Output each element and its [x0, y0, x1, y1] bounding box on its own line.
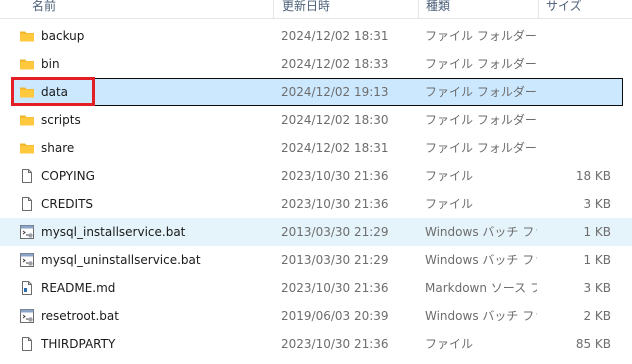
file-date: 2024/12/02 18:30 [281, 113, 389, 127]
file-list: backup 2024/12/02 18:31 ファイル フォルダー bin 2… [0, 22, 632, 358]
file-date: 2023/10/30 21:36 [281, 281, 389, 295]
file-date: 2013/03/30 21:29 [281, 225, 389, 239]
file-size: 18 KB [575, 169, 611, 183]
file-size: 2 KB [583, 309, 611, 323]
file-name: mysql_installservice.bat [41, 225, 186, 239]
list-item-share[interactable]: share 2024/12/02 18:31 ファイル フォルダー [0, 134, 632, 162]
column-separator[interactable] [538, 0, 539, 18]
file-icon [19, 336, 35, 352]
file-size: 1 KB [583, 253, 611, 267]
file-type: Windows バッチ ファ... [425, 309, 537, 323]
file-type: Windows バッチ ファ... [425, 225, 537, 239]
file-icon [19, 196, 35, 212]
file-date: 2024/12/02 18:31 [281, 141, 389, 155]
file-name: data [41, 85, 69, 99]
column-header-bar: 名前 更新日時 種類 サイズ [0, 0, 632, 19]
list-item-mysql-uninstallservice[interactable]: mysql_uninstallservice.bat 2013/03/30 21… [0, 246, 632, 274]
folder-icon [19, 140, 35, 156]
list-item-readme[interactable]: README.md 2023/10/30 21:36 Markdown ソース … [0, 274, 632, 302]
batch-file-icon [19, 224, 35, 240]
list-item-resetroot[interactable]: resetroot.bat 2019/06/03 20:39 Windows バ… [0, 302, 632, 330]
file-size: 3 KB [583, 281, 611, 295]
file-size [540, 78, 611, 106]
file-date: 2024/12/02 19:13 [281, 85, 389, 99]
list-item-data[interactable]: data 2024/12/02 19:13 ファイル フォルダー [11, 78, 623, 106]
file-type: ファイル [425, 197, 474, 211]
column-header-size[interactable]: サイズ [540, 0, 632, 18]
file-type: ファイル [425, 337, 474, 351]
file-date: 2023/10/30 21:36 [281, 169, 389, 183]
batch-file-icon [19, 252, 35, 268]
file-size [540, 22, 611, 50]
list-item-thirdparty[interactable]: THIRDPARTY 2023/10/30 21:36 ファイル 85 KB [0, 330, 632, 358]
file-type: ファイル フォルダー [425, 113, 537, 127]
file-size: 3 KB [583, 197, 611, 211]
file-name: backup [41, 29, 85, 43]
file-icon [19, 168, 35, 184]
batch-file-icon [19, 308, 35, 324]
list-item-backup[interactable]: backup 2024/12/02 18:31 ファイル フォルダー [0, 22, 632, 50]
file-date: 2024/12/02 18:33 [281, 57, 389, 71]
folder-icon [19, 112, 35, 128]
file-type: ファイル フォルダー [425, 85, 537, 99]
file-size [540, 106, 611, 134]
file-name: scripts [41, 113, 81, 127]
folder-icon [19, 56, 35, 72]
file-type: ファイル フォルダー [425, 29, 537, 43]
column-header-date[interactable]: 更新日時 [276, 0, 418, 18]
file-name: mysql_uninstallservice.bat [41, 253, 201, 267]
file-type: Windows バッチ ファ... [425, 253, 537, 267]
file-date: 2023/10/30 21:36 [281, 337, 389, 351]
file-name: resetroot.bat [41, 309, 119, 323]
markdown-file-icon [19, 280, 35, 296]
folder-icon [19, 84, 35, 100]
file-size [540, 134, 611, 162]
file-date: 2023/10/30 21:36 [281, 197, 389, 211]
file-name: THIRDPARTY [41, 337, 116, 351]
file-explorer-list: 名前 更新日時 種類 サイズ backup 2024/12/02 18:31 フ… [0, 0, 632, 364]
file-type: ファイル フォルダー [425, 141, 537, 155]
file-name: bin [41, 57, 60, 71]
file-name: CREDITS [41, 197, 94, 211]
file-size [540, 50, 611, 78]
file-name: COPYING [41, 169, 95, 183]
column-separator[interactable] [418, 0, 419, 18]
file-size: 1 KB [583, 225, 611, 239]
folder-icon [19, 28, 35, 44]
file-type: ファイル フォルダー [425, 57, 537, 71]
file-date: 2019/06/03 20:39 [281, 309, 389, 323]
file-type: Markdown ソース ファ... [425, 281, 537, 295]
file-date: 2013/03/30 21:29 [281, 253, 389, 267]
file-size: 85 KB [575, 337, 611, 351]
list-item-mysql-installservice[interactable]: mysql_installservice.bat 2013/03/30 21:2… [0, 218, 632, 246]
column-header-type[interactable]: 種類 [420, 0, 538, 18]
file-name: share [41, 141, 75, 155]
list-item-credits[interactable]: CREDITS 2023/10/30 21:36 ファイル 3 KB [0, 190, 632, 218]
list-item-bin[interactable]: bin 2024/12/02 18:33 ファイル フォルダー [0, 50, 632, 78]
file-name: README.md [41, 281, 116, 295]
file-date: 2024/12/02 18:31 [281, 29, 389, 43]
column-header-name[interactable]: 名前 [26, 0, 273, 18]
file-type: ファイル [425, 169, 474, 183]
list-item-copying[interactable]: COPYING 2023/10/30 21:36 ファイル 18 KB [0, 162, 632, 190]
list-item-scripts[interactable]: scripts 2024/12/02 18:30 ファイル フォルダー [0, 106, 632, 134]
column-separator[interactable] [273, 0, 274, 18]
